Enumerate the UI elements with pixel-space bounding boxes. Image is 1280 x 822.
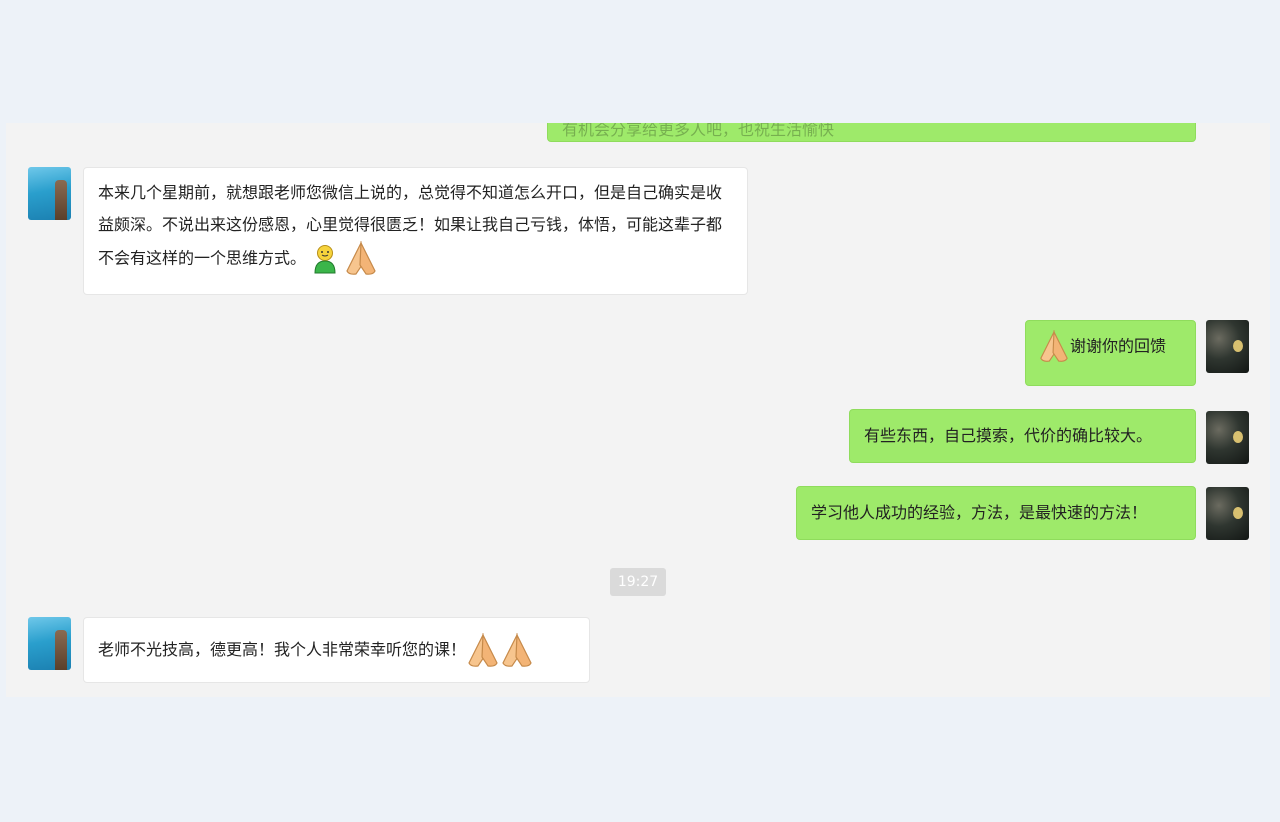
message-bubble-outgoing[interactable]: 有些东西，自己摸索，代价的确比较大。 [849,409,1196,463]
contact-avatar[interactable] [28,617,71,670]
message-text: 老师不光技高，德更高！我个人非常荣幸听您的课！ [98,640,467,659]
my-avatar[interactable] [1206,411,1249,464]
message-text: 有些东西，自己摸索，代价的确比较大。 [864,426,1153,445]
folded-hands-emoji-icon [468,632,498,667]
message-bubble-outgoing-partial[interactable]: 有机会分享给更多人吧，也祝生活愉快 [547,123,1196,142]
message-text: 有机会分享给更多人吧，也祝生活愉快 [562,123,835,139]
contact-avatar[interactable] [28,167,71,220]
message-bubble-incoming[interactable]: 老师不光技高，德更高！我个人非常荣幸听您的课！ [83,617,590,683]
my-avatar[interactable] [1206,320,1249,373]
folded-hands-emoji-icon [502,632,532,667]
message-text: 学习他人成功的经验，方法，是最快速的方法！ [811,503,1148,522]
folded-hands-emoji-icon [1040,330,1068,362]
message-text: 谢谢你的回馈 [1070,336,1167,356]
message-text: 本来几个星期前，就想跟老师您微信上说的，总觉得不知道怎么开口，但是自己确实是收益… [98,183,723,268]
my-avatar[interactable] [1206,487,1249,540]
chat-panel[interactable]: 有机会分享给更多人吧，也祝生活愉快 本来几个星期前，就想跟老师您微信上说的，总觉… [6,123,1270,697]
message-bubble-incoming[interactable]: 本来几个星期前，就想跟老师您微信上说的，总觉得不知道怎么开口，但是自己确实是收益… [83,167,748,295]
person-emoji-icon [314,245,336,274]
message-bubble-outgoing[interactable]: 学习他人成功的经验，方法，是最快速的方法！ [796,486,1196,540]
folded-hands-emoji-icon [346,241,376,275]
timestamp-divider: 19:27 [610,568,666,596]
message-bubble-outgoing[interactable]: 谢谢你的回馈 [1025,320,1196,386]
